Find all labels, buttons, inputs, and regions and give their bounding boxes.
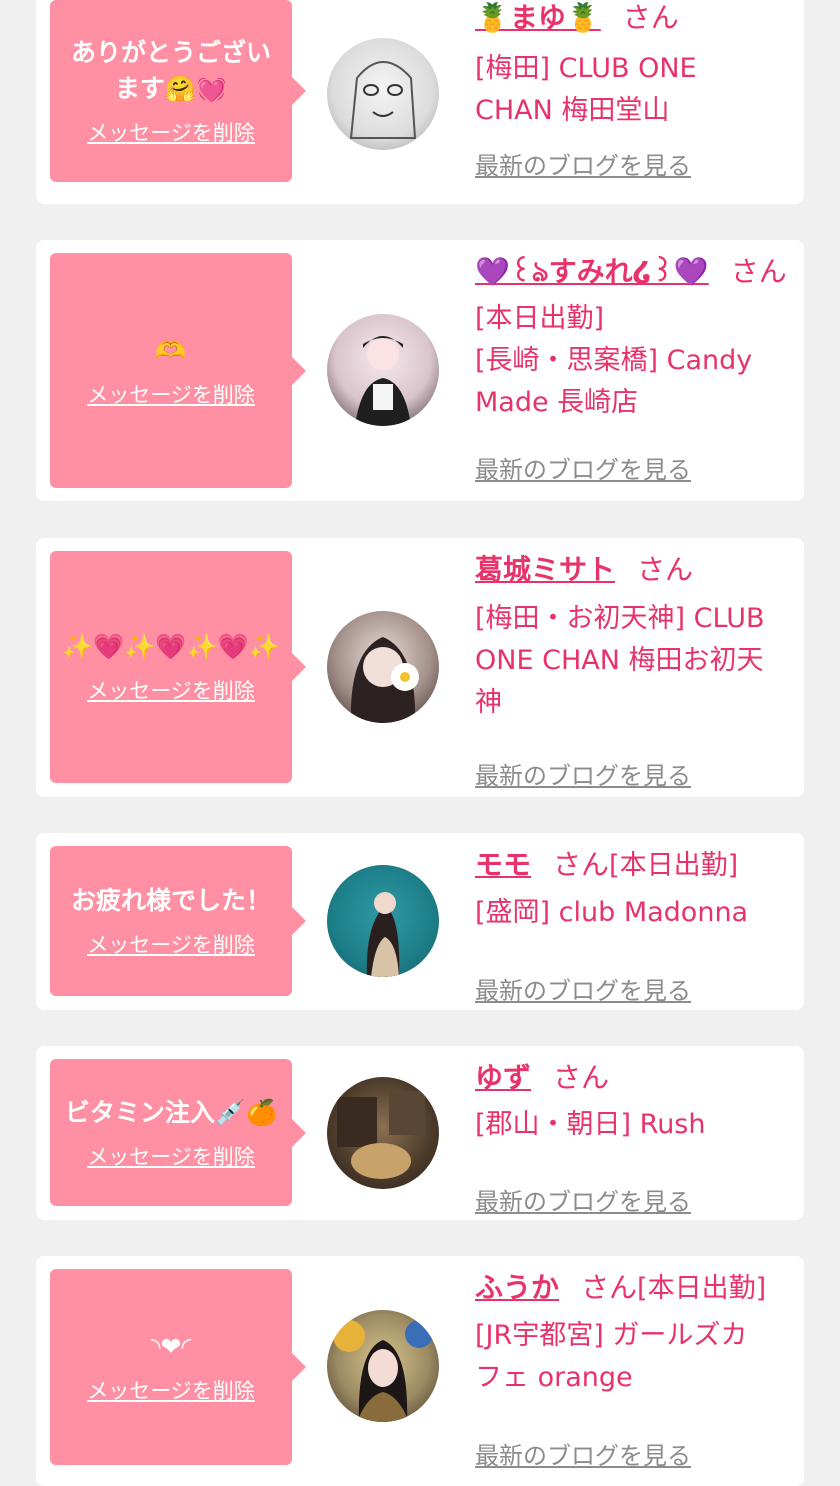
sender-name-line: ふうか さん[本日出勤] <box>475 1268 795 1309</box>
shop-line: CHAN 梅田堂山 <box>475 95 670 126</box>
message-bubble: ビタミン注入💉🍊 メッセージを削除 <box>50 1059 306 1206</box>
latest-blog-link[interactable]: 最新のブログを見る <box>475 1182 691 1217</box>
shop-line: [JR宇都宮] ガールズカ <box>475 1320 748 1351</box>
message-bubble: ありがとうございます🤗💓 メッセージを削除 <box>50 0 306 182</box>
sender-name-line: 💜꒰ঌすみれ໒꒱💜 さん <box>475 252 795 292</box>
message-text: お疲れ様でした！ <box>70 886 271 915</box>
delete-message-link[interactable]: メッセージを削除 <box>87 1141 255 1171</box>
message-card: ◝❤◜ メッセージを削除 ふうか さん[本日出勤] [JR宇都宮] ガールズカ フ… <box>36 1256 804 1486</box>
avatar[interactable] <box>327 38 439 150</box>
sender-name-line: 葛城ミサト さん <box>475 550 795 590</box>
sender-name-link[interactable]: ゆず <box>475 1061 531 1094</box>
sender-name-line: モモ さん[本日出勤] <box>475 845 795 886</box>
honorific: さん <box>637 553 694 586</box>
delete-message-link[interactable]: メッセージを削除 <box>87 1375 255 1405</box>
avatar[interactable] <box>327 611 439 723</box>
message-text: ◝❤◜ <box>150 1332 192 1361</box>
shop-line: [長崎・思案橋] Candy <box>475 345 753 376</box>
sender-name-link[interactable]: 葛城ミサト <box>475 553 615 586</box>
latest-blog-link[interactable]: 最新のブログを見る <box>475 146 691 181</box>
attendance-tag: [本日出勤] <box>637 1273 767 1304</box>
message-card: ありがとうございます🤗💓 メッセージを削除 🍍まゆ🍍 さん [梅田] CLUB O… <box>36 0 804 204</box>
profile-photo <box>333 1320 433 1422</box>
message-bubble: ◝❤◜ メッセージを削除 <box>50 1269 306 1465</box>
sender-info: ゆず さん [郡山・朝日] Rush 最新のブログを見る <box>475 1058 795 1216</box>
sender-name-link[interactable]: モモ <box>475 848 531 881</box>
profile-photo <box>366 892 400 977</box>
avatar[interactable] <box>327 1310 439 1422</box>
shop-line: [梅田] CLUB ONE <box>475 53 697 84</box>
shop-line: 神 <box>475 687 502 718</box>
delete-message-link[interactable]: メッセージを削除 <box>87 117 255 147</box>
delete-message-link[interactable]: メッセージを削除 <box>87 929 255 959</box>
shop-line: Made 長崎店 <box>475 387 639 418</box>
message-bubble: 🫶 メッセージを削除 <box>50 253 306 488</box>
sender-info: モモ さん[本日出勤] [盛岡] club Madonna 最新のブログを見る <box>475 845 795 1005</box>
shop-line: [梅田・お初天神] CLUB <box>475 603 765 634</box>
profile-photo <box>350 637 419 723</box>
sketch-face-image <box>349 61 417 139</box>
sender-name-line: 🍍まゆ🍍 さん <box>475 0 795 38</box>
honorific: さん <box>581 1271 638 1304</box>
message-text: ✨💗✨💗✨💗✨ <box>62 632 280 661</box>
message-card: ビタミン注入💉🍊 メッセージを削除 ゆず さん [郡山・朝日] Rush 最新のブ… <box>36 1046 804 1220</box>
message-card: ✨💗✨💗✨💗✨ メッセージを削除 葛城ミサト さん [梅田・お初天神] CLUB … <box>36 538 804 797</box>
delete-message-link[interactable]: メッセージを削除 <box>87 379 255 409</box>
delete-message-link[interactable]: メッセージを削除 <box>87 675 255 705</box>
profile-photo <box>337 1091 425 1179</box>
shop-line: フェ orange <box>475 1362 633 1393</box>
profile-photo <box>355 336 411 426</box>
message-card: 🫶 メッセージを削除 💜꒰ঌすみれ໒꒱💜 さん [本日出勤] [長崎・思案橋] C… <box>36 240 804 501</box>
shop-line: [郡山・朝日] Rush <box>475 1109 706 1140</box>
latest-blog-link[interactable]: 最新のブログを見る <box>475 756 691 791</box>
latest-blog-link[interactable]: 最新のブログを見る <box>475 450 691 485</box>
sender-info: 🍍まゆ🍍 さん [梅田] CLUB ONE CHAN 梅田堂山 最新のブログを見る <box>475 0 795 180</box>
honorific: さん <box>622 1 679 34</box>
attendance-tag: [本日出勤] <box>609 850 739 881</box>
daisy-icon <box>391 663 419 691</box>
honorific: さん <box>730 255 787 288</box>
sender-name-link[interactable]: ふうか <box>475 1271 559 1304</box>
message-text: ビタミン注入💉🍊 <box>64 1097 278 1127</box>
message-text: ありがとうございます🤗💓 <box>70 38 271 103</box>
sender-name-link[interactable]: 💜꒰ঌすみれ໒꒱💜 <box>475 255 709 288</box>
shop-line: ONE CHAN 梅田お初天 <box>475 645 764 676</box>
message-card: お疲れ様でした！ メッセージを削除 モモ さん[本日出勤] [盛岡] club M… <box>36 833 804 1010</box>
message-text: 🫶 <box>155 335 187 365</box>
sender-name-link[interactable]: 🍍まゆ🍍 <box>475 1 601 34</box>
sender-name-line: ゆず さん <box>475 1058 795 1098</box>
latest-blog-link[interactable]: 最新のブログを見る <box>475 971 691 1006</box>
honorific: さん <box>553 848 610 881</box>
avatar[interactable] <box>327 865 439 977</box>
message-bubble: ✨💗✨💗✨💗✨ メッセージを削除 <box>50 551 306 783</box>
honorific: さん <box>553 1061 610 1094</box>
avatar[interactable] <box>327 1077 439 1189</box>
shop-line: [本日出勤] <box>475 303 605 334</box>
sender-info: ふうか さん[本日出勤] [JR宇都宮] ガールズカ フェ orange 最新のブ… <box>475 1268 795 1470</box>
shop-line: [盛岡] club Madonna <box>475 897 749 928</box>
sender-info: 💜꒰ঌすみれ໒꒱💜 さん [本日出勤] [長崎・思案橋] Candy Made 長… <box>475 252 795 484</box>
message-bubble: お疲れ様でした！ メッセージを削除 <box>50 846 306 996</box>
sender-info: 葛城ミサト さん [梅田・お初天神] CLUB ONE CHAN 梅田お初天 神 … <box>475 550 795 790</box>
avatar[interactable] <box>327 314 439 426</box>
